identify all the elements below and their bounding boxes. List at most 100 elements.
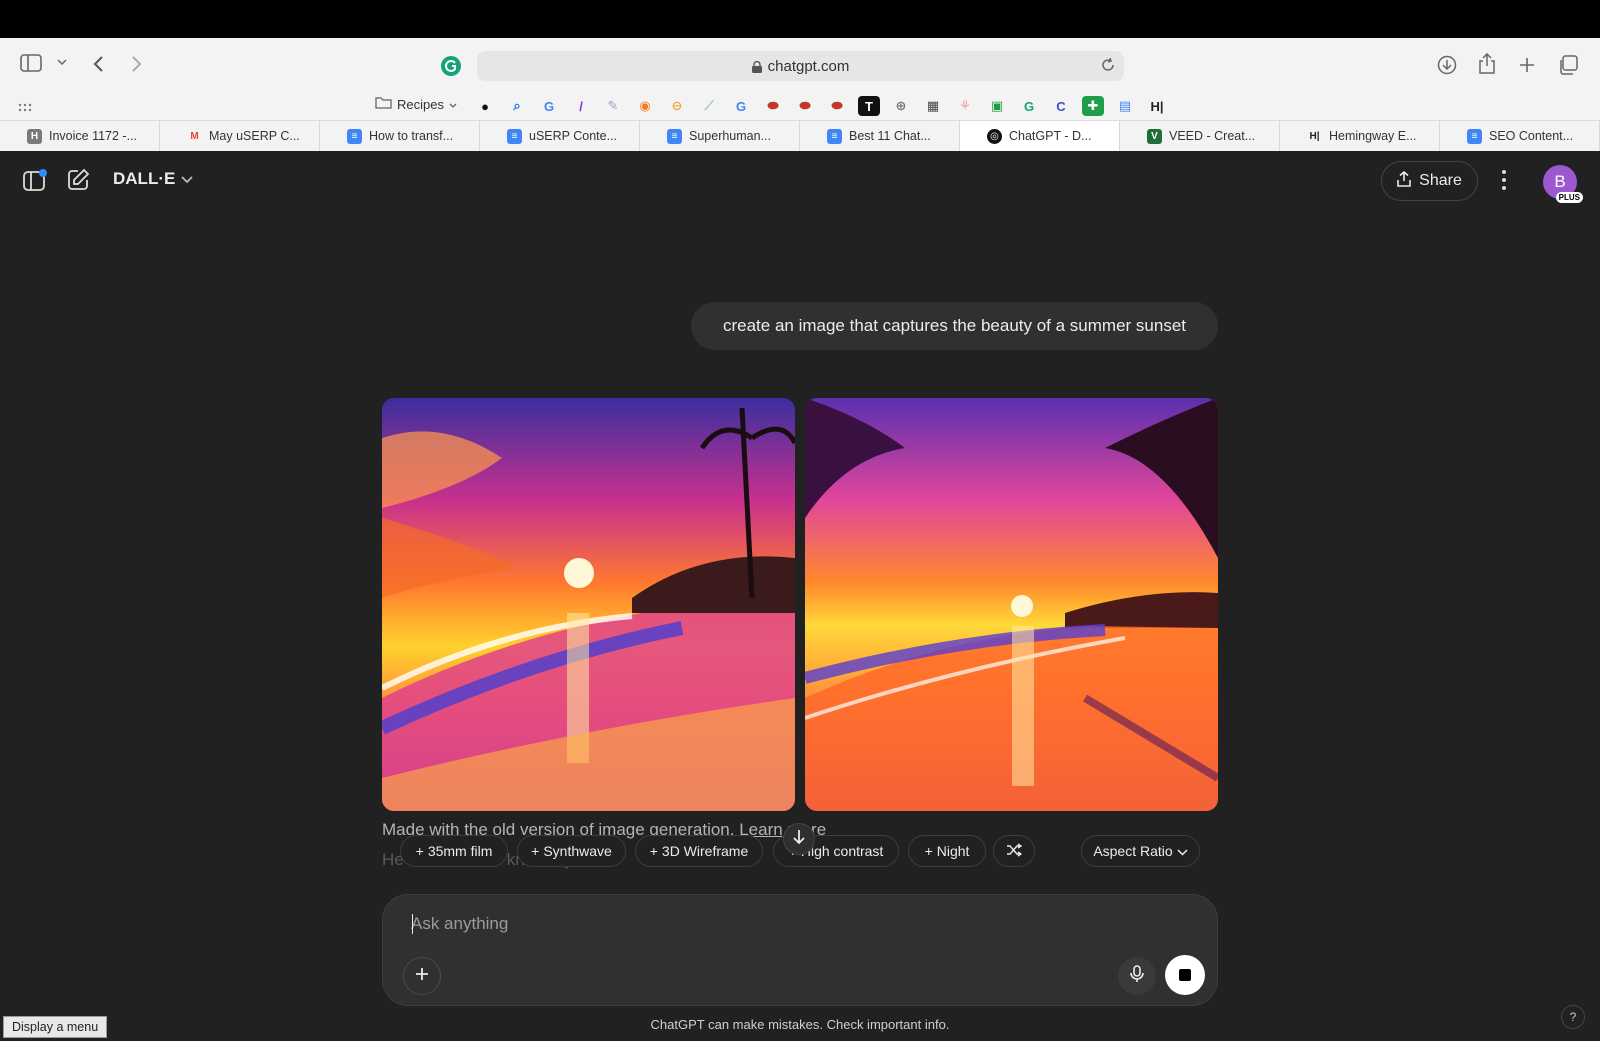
bookmark-folder-label: Recipes	[397, 96, 444, 112]
browser-tab[interactable]: V VEED - Creat...	[1120, 121, 1280, 151]
browser-toolbar: chatgpt.com	[0, 38, 1600, 92]
dictate-button[interactable]	[1118, 957, 1156, 995]
tab-favicon-icon: ◎	[987, 128, 1002, 144]
t-bookmark-icon[interactable]: T	[858, 96, 880, 116]
bookmark-folder-recipes[interactable]: Recipes	[375, 96, 457, 112]
red-badge-bookmark-icon[interactable]: ⬬	[762, 96, 784, 116]
more-options-icon[interactable]	[1500, 169, 1508, 191]
chevron-down-icon	[1177, 843, 1188, 859]
hemingway-bookmark-icon[interactable]: H|	[1146, 96, 1168, 116]
microphone-icon	[1130, 964, 1144, 988]
google-bookmark-icon[interactable]: G	[730, 96, 752, 116]
tab-label: ChatGPT - D...	[1009, 129, 1092, 143]
sheets-bookmark-icon[interactable]: ✚	[1082, 96, 1104, 116]
chip-label: 3D Wireframe	[661, 843, 749, 859]
apps-grid-icon[interactable]	[18, 100, 32, 118]
aspect-ratio-dropdown[interactable]: Aspect Ratio	[1081, 835, 1200, 867]
tab-strip: H Invoice 1172 -... M May uSERP C... ≡ How …	[0, 120, 1600, 151]
style-chip-night[interactable]: + Night	[908, 835, 986, 867]
disclaimer-text: ChatGPT can make mistakes. Check importa…	[650, 1017, 950, 1032]
shuffle-styles-button[interactable]	[993, 835, 1035, 867]
model-name: DALL·E	[113, 169, 176, 188]
browser-tab-active[interactable]: ◎ ChatGPT - D...	[960, 121, 1120, 151]
aspect-ratio-label: Aspect Ratio	[1093, 843, 1173, 859]
style-chip-3d-wireframe[interactable]: + 3D Wireframe	[635, 835, 763, 867]
orange-bookmark-icon[interactable]: ◉	[634, 96, 656, 116]
screen-top-bar	[0, 0, 1600, 38]
calendar-bookmark-icon[interactable]: ▦	[922, 96, 944, 116]
address-bar[interactable]: chatgpt.com	[477, 51, 1124, 81]
new-chat-icon[interactable]	[66, 168, 90, 192]
sidebar-toggle-icon[interactable]	[20, 54, 42, 72]
help-button[interactable]: ?	[1561, 1005, 1585, 1029]
share-button[interactable]: Share	[1381, 161, 1478, 201]
chevron-down-icon	[449, 97, 457, 112]
pen-bookmark-icon[interactable]: ✎	[602, 96, 624, 116]
green-square-bookmark-icon[interactable]: ▣	[986, 96, 1008, 116]
add-attachment-button[interactable]	[403, 957, 441, 995]
browser-tab[interactable]: H| Hemingway E...	[1280, 121, 1440, 151]
tab-label: Invoice 1172 -...	[49, 129, 138, 143]
browser-tab[interactable]: ≡ Best 11 Chat...	[800, 121, 960, 151]
plus-icon: +	[531, 843, 540, 859]
arrow-down-icon	[792, 829, 806, 850]
slash-bookmark-icon[interactable]: /	[570, 96, 592, 116]
plus-icon	[414, 966, 430, 987]
back-arrow-icon[interactable]	[92, 55, 104, 73]
tab-favicon-icon: M	[190, 130, 199, 142]
avatar[interactable]: B PLUS	[1543, 165, 1583, 203]
generated-image-2[interactable]	[805, 398, 1218, 811]
chevron-down-icon[interactable]	[57, 58, 67, 66]
browser-tab[interactable]: M May uSERP C...	[160, 121, 320, 151]
generated-image-1[interactable]	[382, 398, 795, 811]
browser-tab[interactable]: ≡ SEO Content...	[1440, 121, 1600, 151]
user-message-text: create an image that captures the beauty…	[722, 316, 1187, 335]
tab-label: May uSERP C...	[209, 129, 300, 143]
red-badge-bookmark-icon[interactable]: ⬬	[826, 96, 848, 116]
feather-bookmark-icon[interactable]: ⟋	[698, 96, 720, 116]
message-input[interactable]	[411, 911, 1011, 937]
tab-label: uSERP Conte...	[529, 129, 618, 143]
share-label: Share	[1419, 172, 1462, 189]
globe-bookmark-icon[interactable]: ⊕	[890, 96, 912, 116]
stop-generating-button[interactable]	[1165, 955, 1205, 995]
app-header: DALL·E Share B PLUS	[0, 151, 1600, 211]
grammarly-bookmark-icon[interactable]: G	[1018, 96, 1040, 116]
sun-bookmark-icon[interactable]: ⊖	[666, 96, 688, 116]
lock-icon	[751, 60, 762, 73]
reload-icon[interactable]	[1100, 57, 1116, 77]
model-selector[interactable]: DALL·E	[113, 169, 193, 189]
downloads-icon[interactable]	[1437, 55, 1457, 75]
plus-icon: +	[924, 843, 933, 859]
share-page-icon[interactable]	[1478, 53, 1496, 75]
search-bookmark-icon[interactable]: ⌕	[506, 96, 528, 116]
pink-bookmark-icon[interactable]: ⚘	[954, 96, 976, 116]
sidebar-open-icon[interactable]	[22, 168, 48, 194]
grammarly-icon[interactable]	[440, 55, 462, 77]
browser-tab[interactable]: ≡ uSERP Conte...	[480, 121, 640, 151]
tab-favicon-icon: H|	[1309, 130, 1320, 142]
docs-bookmark-icon[interactable]: ▤	[1114, 96, 1136, 116]
share-icon	[1397, 170, 1411, 192]
c-bookmark-icon[interactable]: C	[1050, 96, 1072, 116]
tab-overview-icon[interactable]	[1558, 55, 1578, 75]
tab-label: Superhuman...	[689, 129, 771, 143]
user-message-bubble: create an image that captures the beauty…	[691, 302, 1218, 350]
forward-arrow-icon[interactable]	[131, 55, 143, 73]
google-bookmark-icon[interactable]: G	[538, 96, 560, 116]
browser-tab[interactable]: H Invoice 1172 -...	[0, 121, 160, 151]
tab-favicon-icon: V	[1147, 128, 1162, 144]
avatar-initial: B	[1554, 172, 1566, 191]
style-chip-35mm-film[interactable]: + 35mm film	[400, 835, 508, 867]
plus-icon: +	[649, 843, 658, 859]
red-badge-bookmark-icon[interactable]: ⬬	[794, 96, 816, 116]
browser-chrome: chatgpt.com Recipes ● ⌕ G / ✎ ◉ ⊖ ⟋ G ⬬ …	[0, 38, 1600, 151]
apple-bookmark-icon[interactable]: ●	[474, 96, 496, 116]
scroll-to-bottom-button[interactable]	[783, 823, 815, 855]
browser-tab[interactable]: ≡ Superhuman...	[640, 121, 800, 151]
chip-label: Night	[936, 843, 970, 859]
plan-badge: PLUS	[1555, 192, 1583, 203]
style-chip-synthwave[interactable]: + Synthwave	[517, 835, 626, 867]
browser-tab[interactable]: ≡ How to transf...	[320, 121, 480, 151]
new-tab-icon[interactable]	[1518, 56, 1536, 74]
